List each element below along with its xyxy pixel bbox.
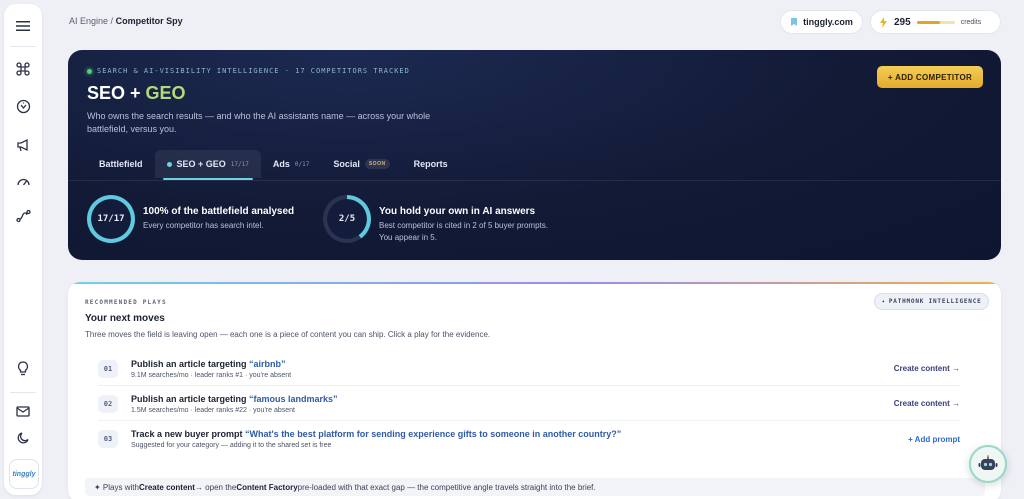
footer-create-content: Create content [138, 482, 195, 492]
command-icon[interactable] [11, 57, 35, 81]
credits-bar-fill [916, 20, 941, 24]
stat-title: You hold your own in AI answers [379, 206, 536, 217]
play-title-prefix: Publish an article targeting [131, 393, 250, 404]
lightbulb-icon[interactable] [11, 356, 35, 380]
tab-ads[interactable]: Ads 0/17 [261, 150, 321, 178]
credits-bar [916, 20, 955, 24]
gauge-icon[interactable] [11, 169, 35, 193]
play-keyword: “airbnb” [249, 358, 286, 369]
plays-footer-note: ✦ Plays with Create content → open the C… [85, 478, 985, 496]
moon-icon[interactable] [11, 425, 35, 449]
play-item[interactable]: 03 Track a new buyer prompt “What's the … [98, 422, 960, 456]
tab-battlefield[interactable]: Battlefield [87, 150, 155, 178]
footer-suffix: pre-loaded with that exact gap — the com… [297, 482, 596, 492]
play-title-prefix: Publish an article targeting [131, 358, 250, 369]
credits-value: 295 [894, 16, 911, 28]
coverage-ring: 17/17 [87, 195, 135, 243]
menu-icon[interactable] [11, 14, 35, 38]
tab-label: Ads [272, 159, 290, 169]
domain-name: tinggly.com [803, 17, 853, 27]
footer-prefix: ✦ Plays with [94, 482, 139, 492]
ai-answers-ring: 2/5 [323, 195, 371, 243]
play-number: 03 [98, 430, 118, 448]
hero-tabs: Battlefield SEO + GEO 17/17 Ads 0/17 Soc… [87, 150, 460, 180]
recommended-plays-card: RECOMMENDED PLAYS Your next moves Three … [68, 282, 1001, 499]
ring-text: 17/17 [97, 214, 125, 224]
tab-social[interactable]: Social SOON [321, 150, 401, 178]
app-logo[interactable]: tinggly [9, 459, 39, 489]
play-meta: Suggested for your category — adding it … [131, 442, 332, 449]
logo-text: tinggly [12, 470, 36, 478]
plays-title: Your next moves [85, 313, 165, 324]
active-dot-icon [166, 161, 172, 167]
stat-sub: Every competitor has search intel. [143, 221, 264, 230]
page-title: SEO + GEO [87, 83, 186, 104]
tab-label: SEO + GEO [176, 159, 226, 169]
page-title-main: SEO + [87, 83, 146, 103]
robot-icon [978, 455, 998, 470]
play-item[interactable]: 01 Publish an article targeting “airbnb”… [98, 352, 960, 386]
hero-kicker: SEARCH & AI-VISIBILITY INTELLIGENCE · 17… [87, 67, 410, 75]
stat-sub: Best competitor is cited in 2 of 5 buyer… [379, 221, 548, 242]
tag-icon [791, 18, 798, 26]
megaphone-icon[interactable] [11, 133, 35, 157]
play-title: Track a new buyer prompt “What's the bes… [131, 429, 908, 439]
play-meta: 1.5M searches/mo · leader ranks #22 · yo… [131, 406, 295, 414]
soon-badge: SOON [364, 159, 390, 169]
play-number: 02 [98, 394, 118, 413]
credits-label: credits [960, 18, 982, 26]
lightning-icon [880, 16, 887, 28]
pathmonk-badge-label: PATHMONK INTELLIGENCE [888, 298, 982, 305]
tab-seo-geo[interactable]: SEO + GEO 17/17 [154, 150, 261, 180]
breadcrumb-current: Competitor Spy [115, 16, 183, 26]
mail-icon[interactable] [11, 399, 35, 423]
pathmonk-badge: ✦ PATHMONK INTELLIGENCE [874, 293, 989, 310]
hero-description: Who owns the search results — and who th… [87, 111, 431, 134]
card-accent-bar [68, 282, 1001, 284]
hero-kicker-text: SEARCH & AI-VISIBILITY INTELLIGENCE · 17… [97, 67, 410, 75]
play-meta: 9.1M searches/mo · leader ranks #1 · you… [131, 371, 292, 379]
sidebar-divider [10, 46, 36, 47]
tab-count: 17/17 [230, 160, 249, 168]
tab-reports[interactable]: Reports [402, 150, 460, 178]
route-icon[interactable] [11, 204, 35, 228]
plays-kicker: RECOMMENDED PLAYS [85, 299, 167, 306]
stat-title: 100% of the battlefield analysed [143, 206, 295, 217]
play-number: 01 [98, 359, 118, 378]
play-title: Publish an article targeting “famous lan… [131, 394, 894, 404]
breadcrumb: AI Engine / Competitor Spy [69, 16, 183, 26]
page-title-accent: GEO [145, 83, 186, 103]
play-title-prefix: Track a new buyer prompt [131, 429, 246, 439]
hero-panel: SEARCH & AI-VISIBILITY INTELLIGENCE · 17… [68, 50, 1001, 260]
add-prompt-link[interactable]: + Add prompt [908, 435, 960, 444]
tab-label: Reports [413, 159, 448, 169]
play-keyword: “What's the best platform for sending ex… [245, 429, 622, 439]
sidebar-divider [10, 392, 36, 393]
footer-mid: → open the [194, 482, 237, 492]
plays-description: Three moves the field is leaving open — … [85, 330, 491, 339]
create-content-link[interactable]: Create content → [894, 364, 960, 373]
tab-count: 0/17 [294, 160, 310, 168]
tab-label: Battlefield [99, 159, 143, 169]
hero-divider [68, 180, 1001, 181]
live-dot-icon [87, 68, 92, 74]
play-keyword: “famous landmarks” [249, 393, 338, 404]
bug-icon[interactable] [11, 94, 35, 118]
sidebar: tinggly [4, 4, 42, 495]
ring-text: 2/5 [338, 214, 356, 224]
breadcrumb-parent[interactable]: AI Engine [69, 16, 108, 26]
play-item[interactable]: 02 Publish an article targeting “famous … [98, 387, 960, 421]
play-title: Publish an article targeting “airbnb” [131, 359, 894, 369]
tab-label: Social [333, 159, 360, 169]
credits-pill[interactable]: 295 credits [870, 10, 1001, 34]
domain-pill[interactable]: tinggly.com [780, 10, 863, 34]
sparkle-icon: ✦ [881, 298, 886, 305]
assistant-bot-button[interactable] [969, 445, 1007, 483]
stat-coverage: 17/17 100% of the battlefield analysed E… [87, 195, 315, 243]
footer-content-factory: Content Factory [236, 482, 298, 492]
add-competitor-button[interactable]: + ADD COMPETITOR [877, 66, 983, 88]
create-content-link[interactable]: Create content → [894, 399, 960, 408]
breadcrumb-separator: / [110, 16, 114, 26]
stat-ai-answers: 2/5 You hold your own in AI answers Best… [323, 195, 551, 244]
